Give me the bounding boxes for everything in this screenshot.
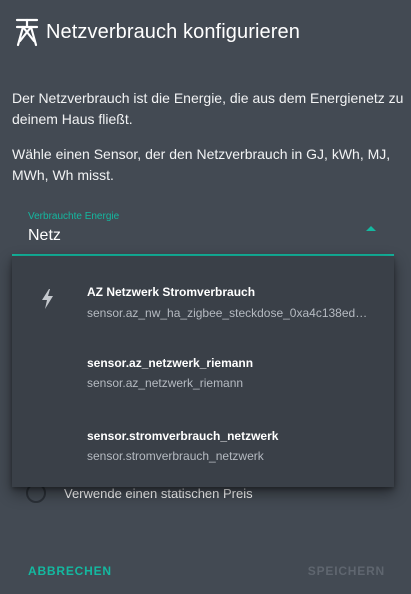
lightning-bolt-icon xyxy=(39,288,57,310)
dialog-title: Netzverbrauch konfigurieren xyxy=(46,20,300,43)
option-secondary-text: sensor.stromverbrauch_netzwerk xyxy=(87,449,264,463)
cancel-button[interactable]: ABBRECHEN xyxy=(28,564,112,578)
static-price-label: Verwende einen statischen Preis xyxy=(64,485,253,501)
select-label: Verbrauchte Energie xyxy=(28,211,120,222)
sensor-option-az-netzwerk-stromverbrauch[interactable]: AZ Netzwerk Stromverbrauch sensor.az_nw_… xyxy=(12,256,394,326)
consumed-energy-select[interactable]: Verbrauchte Energie Netz xyxy=(12,206,394,256)
option-primary-text: sensor.stromverbrauch_netzwerk xyxy=(87,429,279,443)
dialog-header: Netzverbrauch konfigurieren xyxy=(14,14,300,50)
select-value: Netz xyxy=(28,227,61,244)
configure-grid-consumption-dialog: Netzverbrauch konfigurieren Der Netzverb… xyxy=(0,0,411,594)
sensor-dropdown-menu: AZ Netzwerk Stromverbrauch sensor.az_nw_… xyxy=(12,256,394,487)
option-primary-text: AZ Netzwerk Stromverbrauch xyxy=(87,285,256,299)
transmission-tower-icon xyxy=(14,16,40,48)
sensor-hint-text: Wähle einen Sensor, der den Netzverbrauc… xyxy=(12,146,391,183)
dropdown-arrow-icon[interactable] xyxy=(366,226,376,231)
save-button[interactable]: SPEICHERN xyxy=(308,564,385,578)
option-secondary-text: sensor.az_nw_ha_zigbee_steckdose_0xa4c13… xyxy=(87,306,368,320)
sensor-option-stromverbrauch-netzwerk[interactable]: sensor.stromverbrauch_netzwerk sensor.st… xyxy=(12,396,394,466)
sensor-option-az-netzwerk-riemann[interactable]: sensor.az_netzwerk_riemann sensor.az_net… xyxy=(12,326,394,396)
option-secondary-text: sensor.az_netzwerk_riemann xyxy=(87,376,244,390)
option-primary-text: sensor.az_netzwerk_riemann xyxy=(87,356,254,370)
description-text: Der Netzverbrauch ist die Energie, die a… xyxy=(12,90,404,127)
